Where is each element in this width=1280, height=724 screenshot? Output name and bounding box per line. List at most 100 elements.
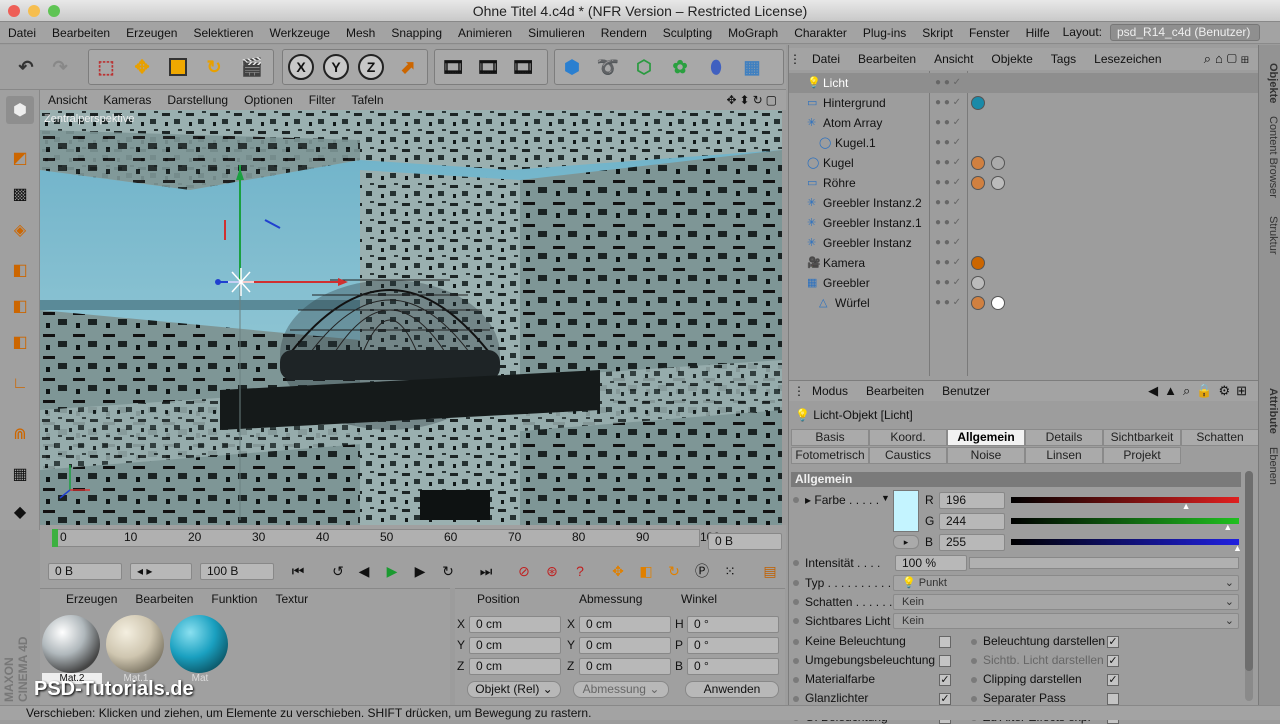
- viewport-menu-darstellung[interactable]: Darstellung: [159, 93, 236, 107]
- viewport-menu-ansicht[interactable]: Ansicht: [40, 93, 95, 107]
- material-tag-icon[interactable]: [991, 176, 1005, 190]
- slider-handle[interactable]: ▲: [1182, 501, 1191, 511]
- object-row[interactable]: 🎥 Kamera ● ● ✓: [789, 253, 1259, 273]
- menu-erzeugen[interactable]: Erzeugen: [118, 26, 185, 40]
- snap-icon[interactable]: ▦: [6, 460, 34, 488]
- menu-plugins[interactable]: Plug-ins: [855, 26, 914, 40]
- visibility-toggles[interactable]: ● ● ✓: [935, 233, 961, 253]
- coord-field[interactable]: 0 °: [687, 616, 779, 633]
- prev-key-icon[interactable]: ↺: [326, 559, 350, 583]
- material-item[interactable]: Mat.1: [106, 615, 166, 687]
- material-tag-icon[interactable]: [971, 96, 985, 110]
- live-selection-icon[interactable]: ⬚: [90, 51, 122, 83]
- visibility-toggles[interactable]: ● ● ✓: [935, 253, 961, 273]
- menu-simulieren[interactable]: Simulieren: [520, 26, 593, 40]
- attr-tab[interactable]: Projekt: [1103, 447, 1181, 464]
- coord-mode-select[interactable]: Objekt (Rel) ⌄: [467, 681, 561, 698]
- object-row[interactable]: ▭ Hintergrund ● ● ✓: [789, 93, 1259, 113]
- viewport-menu-kameras[interactable]: Kameras: [95, 93, 159, 107]
- obj-menu-datei[interactable]: Datei: [803, 52, 849, 66]
- end-frame-field[interactable]: 100 B: [200, 563, 274, 580]
- material-tag-icon[interactable]: [991, 156, 1005, 170]
- menu-sculpting[interactable]: Sculpting: [655, 26, 720, 40]
- object-row[interactable]: ✳ Greebler Instanz.1 ● ● ✓: [789, 213, 1259, 233]
- key-pla-icon[interactable]: ⁙: [718, 559, 742, 583]
- animate-dot[interactable]: [793, 618, 799, 624]
- object-row[interactable]: ▭ Röhre ● ● ✓: [789, 173, 1259, 193]
- intensitaet-field[interactable]: 100 %: [895, 555, 967, 571]
- animate-dot[interactable]: [793, 696, 799, 702]
- typ-select[interactable]: 💡 Punkt ⌄: [893, 575, 1239, 591]
- option-checkbox[interactable]: ✓: [939, 674, 951, 686]
- schatten-select[interactable]: Kein ⌄: [893, 594, 1239, 610]
- play-icon[interactable]: ▶: [380, 559, 404, 583]
- minimize-window-button[interactable]: [28, 5, 40, 17]
- model-mode-icon[interactable]: ◩: [6, 144, 34, 172]
- coord-field[interactable]: 0 cm: [579, 637, 671, 654]
- coord-field[interactable]: 0 cm: [469, 616, 561, 633]
- slider-handle[interactable]: ▲: [1223, 522, 1232, 532]
- viewport-menu-optionen[interactable]: Optionen: [236, 93, 301, 107]
- sichtbares-select[interactable]: Kein ⌄: [893, 613, 1239, 629]
- slider-handle[interactable]: ▲: [1233, 543, 1242, 553]
- magnet-icon[interactable]: ⋒: [6, 420, 34, 448]
- visibility-toggles[interactable]: ● ● ✓: [935, 113, 961, 133]
- rgb-channel-slider[interactable]: ▲: [1011, 518, 1239, 532]
- menu-charakter[interactable]: Charakter: [786, 26, 855, 40]
- deformer-icon[interactable]: ⬮: [700, 51, 732, 83]
- polygons-mode-icon[interactable]: ◧: [6, 328, 34, 356]
- render-settings-icon[interactable]: 🎞: [507, 51, 539, 83]
- visibility-toggles[interactable]: ● ● ✓: [935, 193, 961, 213]
- make-editable-icon[interactable]: ⬢: [6, 96, 34, 124]
- coord-field[interactable]: 0 °: [687, 637, 779, 654]
- spline-icon[interactable]: ➰: [592, 51, 624, 83]
- undo-icon[interactable]: ↶: [10, 51, 42, 83]
- side-tab-ebenen[interactable]: Ebenen: [1261, 441, 1279, 491]
- object-row[interactable]: △ Würfel ● ● ✓: [789, 293, 1259, 313]
- visibility-toggles[interactable]: ● ● ✓: [935, 293, 961, 313]
- key-position-icon[interactable]: ✥: [606, 559, 630, 583]
- current-frame-field[interactable]: 0 B: [708, 533, 782, 550]
- size-mode-select[interactable]: Abmessung ⌄: [573, 681, 669, 698]
- timeline-track[interactable]: [52, 529, 700, 547]
- intensitaet-slider[interactable]: [969, 557, 1239, 569]
- object-row[interactable]: ✳ Atom Array ● ● ✓: [789, 113, 1259, 133]
- keyframe-selection-icon[interactable]: ?: [568, 559, 592, 583]
- material-tag-icon[interactable]: [991, 296, 1005, 310]
- menu-datei[interactable]: Datei: [0, 26, 44, 40]
- y-axis-icon[interactable]: Y: [320, 51, 352, 83]
- menu-hilfe[interactable]: Hilfe: [1018, 26, 1058, 40]
- key-rotation-icon[interactable]: ↻: [662, 559, 686, 583]
- rgb-channel-field[interactable]: 244: [939, 513, 1005, 530]
- attr-menu-bearbeiten[interactable]: Bearbeiten: [857, 384, 933, 398]
- color-swatch[interactable]: [893, 490, 919, 532]
- environment-icon[interactable]: ▦: [736, 51, 768, 83]
- animate-dot[interactable]: [971, 658, 977, 664]
- render-view-icon[interactable]: 🎞: [437, 51, 469, 83]
- side-tab-content-browser[interactable]: Content Browser: [1261, 111, 1279, 203]
- rgb-channel-field[interactable]: 196: [939, 492, 1005, 509]
- coord-field[interactable]: 0 °: [687, 658, 779, 675]
- animate-dot[interactable]: [971, 639, 977, 645]
- points-mode-icon[interactable]: ◧: [6, 256, 34, 284]
- material-menu-bearbeiten[interactable]: Bearbeiten: [135, 592, 193, 606]
- next-key-icon[interactable]: ↻: [436, 559, 460, 583]
- axis-mode-icon[interactable]: ∟: [6, 370, 34, 398]
- option-checkbox[interactable]: [1107, 693, 1119, 705]
- start-frame-field[interactable]: 0 B: [48, 563, 122, 580]
- animate-dot[interactable]: [793, 580, 799, 586]
- animate-dot[interactable]: [793, 560, 799, 566]
- side-tab-struktur[interactable]: Struktur: [1261, 205, 1279, 265]
- menu-mograph[interactable]: MoGraph: [720, 26, 786, 40]
- recent-tools-icon[interactable]: 🎬: [236, 51, 268, 83]
- workplane-icon[interactable]: ◈: [6, 216, 34, 244]
- object-row[interactable]: ▦ Greebler ● ● ✓: [789, 273, 1259, 293]
- attr-tab[interactable]: Schatten: [1181, 429, 1259, 446]
- x-axis-icon[interactable]: X: [285, 51, 317, 83]
- menu-snapping[interactable]: Snapping: [383, 26, 450, 40]
- menu-mesh[interactable]: Mesh: [338, 26, 383, 40]
- attr-tab[interactable]: Fotometrisch: [791, 447, 869, 464]
- menu-animieren[interactable]: Animieren: [450, 26, 520, 40]
- menu-werkzeuge[interactable]: Werkzeuge: [261, 26, 337, 40]
- attr-tab[interactable]: Sichtbarkeit: [1103, 429, 1181, 446]
